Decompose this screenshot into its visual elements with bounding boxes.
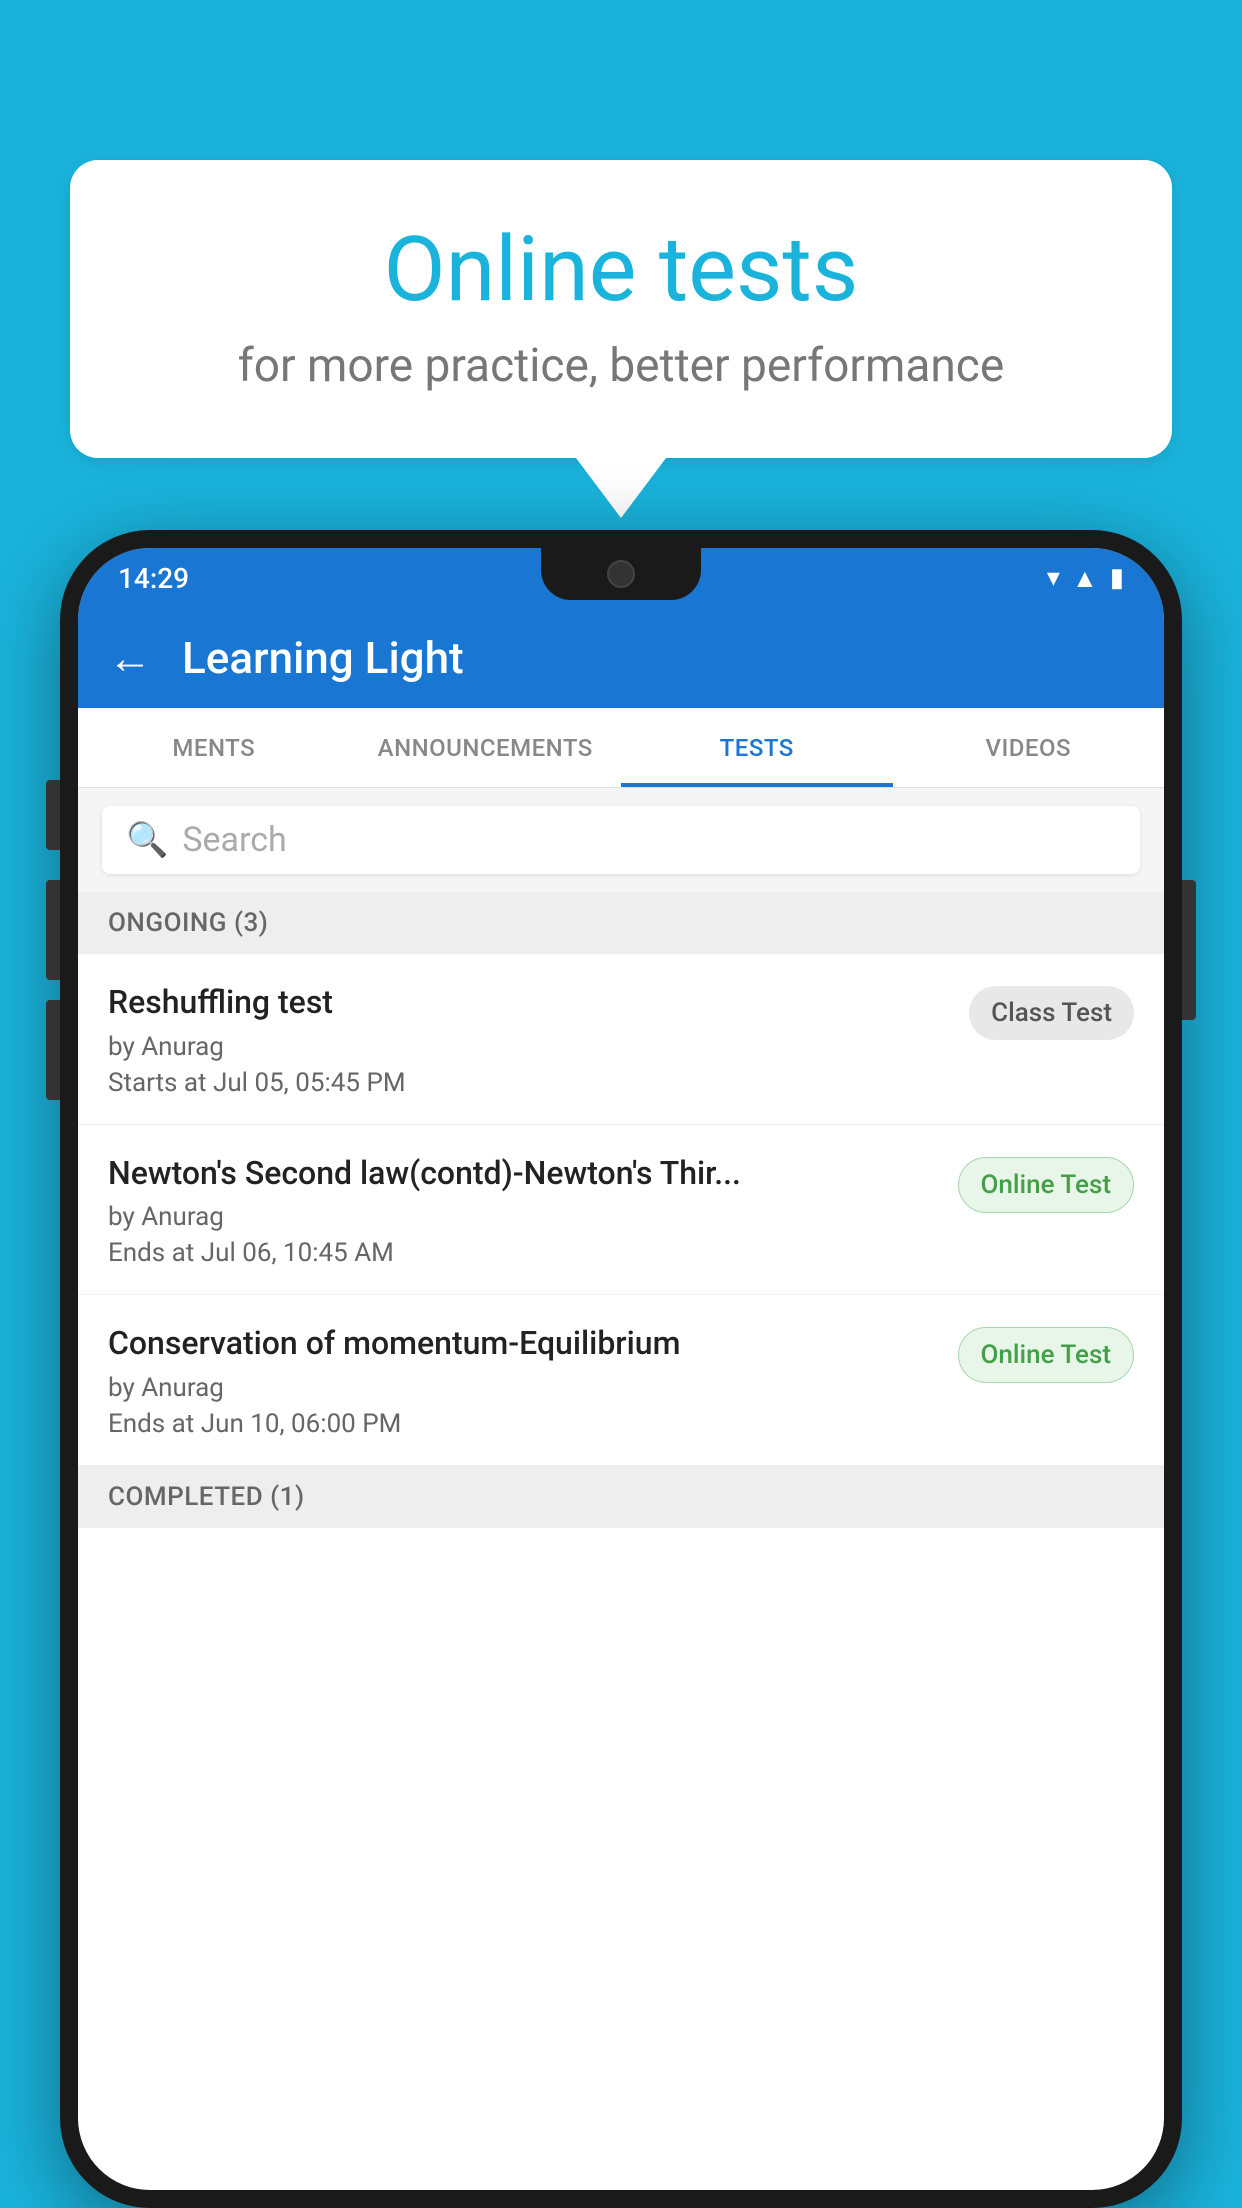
test-badge-class: Class Test [969,986,1134,1040]
tab-videos[interactable]: VIDEOS [893,708,1165,787]
speech-bubble-arrow [576,458,666,518]
phone-frame: 14:29 ▾ ▲ ▮ ← Learning Light MENTS ANNOU… [60,530,1182,2208]
speech-bubble: Online tests for more practice, better p… [70,160,1172,458]
app-bar: ← Learning Light [78,608,1164,708]
status-time: 14:29 [118,562,189,595]
tabs-bar: MENTS ANNOUNCEMENTS TESTS VIDEOS [78,708,1164,788]
test-item-date: Starts at Jul 05, 05:45 PM [108,1068,949,1098]
phone-btn-vol-down [46,1000,60,1100]
phone-screen: 14:29 ▾ ▲ ▮ ← Learning Light MENTS ANNOU… [78,548,1164,2190]
signal-icon: ▲ [1072,563,1098,594]
speech-bubble-container: Online tests for more practice, better p… [70,160,1172,518]
phone-btn-power [46,780,60,850]
test-item-name: Reshuffling test [108,982,949,1024]
tab-tests[interactable]: TESTS [621,708,893,787]
test-item-name: Conservation of momentum-Equilibrium [108,1323,938,1365]
search-container: 🔍 Search [78,788,1164,892]
test-item-author: by Anurag [108,1373,938,1403]
test-item-author: by Anurag [108,1202,938,1232]
search-input-wrap[interactable]: 🔍 Search [102,806,1140,874]
test-item-left: Newton's Second law(contd)-Newton's Thir… [108,1153,958,1269]
status-icons: ▾ ▲ ▮ [1047,563,1124,594]
test-item-date: Ends at Jul 06, 10:45 AM [108,1238,938,1268]
test-item-date: Ends at Jun 10, 06:00 PM [108,1409,938,1439]
battery-icon: ▮ [1110,563,1124,593]
test-list: Reshuffling test by Anurag Starts at Jul… [78,954,1164,1466]
ongoing-section-header: ONGOING (3) [78,892,1164,954]
tab-ments[interactable]: MENTS [78,708,350,787]
test-item[interactable]: Newton's Second law(contd)-Newton's Thir… [78,1125,1164,1296]
test-badge-online: Online Test [958,1157,1135,1213]
search-icon: 🔍 [126,820,168,860]
test-item-left: Reshuffling test by Anurag Starts at Jul… [108,982,969,1098]
test-item[interactable]: Conservation of momentum-Equilibrium by … [78,1295,1164,1466]
test-badge-online-2: Online Test [958,1327,1135,1383]
phone-camera [607,560,635,588]
test-item-name: Newton's Second law(contd)-Newton's Thir… [108,1153,938,1195]
phone-btn-vol-up [46,880,60,980]
phone-notch [541,548,701,600]
back-button[interactable]: ← [108,632,152,684]
test-item-left: Conservation of momentum-Equilibrium by … [108,1323,958,1439]
test-item-author: by Anurag [108,1032,949,1062]
search-input[interactable]: Search [182,820,286,860]
bubble-subtitle: for more practice, better performance [150,339,1092,393]
completed-section-header: COMPLETED (1) [78,1466,1164,1528]
phone-btn-right [1182,880,1196,1020]
tab-announcements[interactable]: ANNOUNCEMENTS [350,708,622,787]
phone-wrapper: 14:29 ▾ ▲ ▮ ← Learning Light MENTS ANNOU… [60,530,1182,2208]
app-bar-title: Learning Light [182,632,464,684]
bubble-title: Online tests [150,220,1092,319]
test-item[interactable]: Reshuffling test by Anurag Starts at Jul… [78,954,1164,1125]
wifi-icon: ▾ [1047,563,1060,593]
